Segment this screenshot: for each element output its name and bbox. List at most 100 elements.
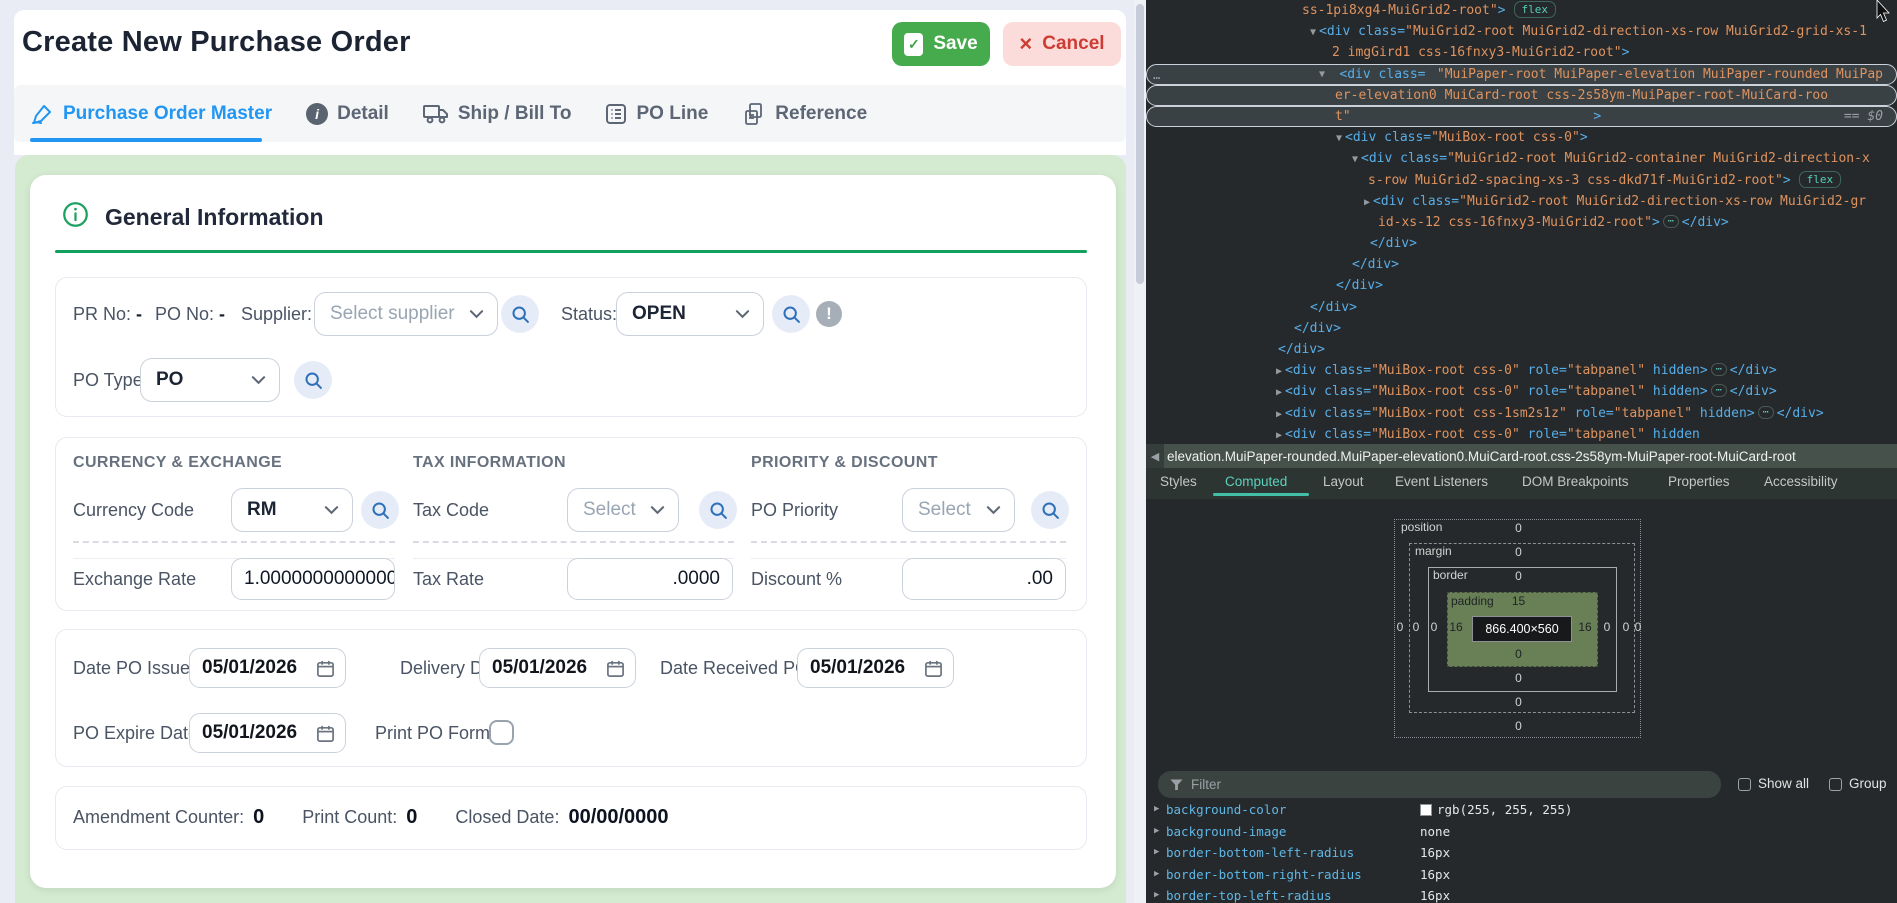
- supplier-select[interactable]: Select supplier: [314, 292, 498, 336]
- currency-code-select[interactable]: RM: [231, 488, 353, 532]
- tab-detail[interactable]: iDetail: [306, 103, 389, 125]
- devtools-tab-dom-breakpoints[interactable]: DOM Breakpoints: [1522, 468, 1629, 496]
- group-checkbox[interactable]: [1829, 778, 1842, 791]
- delivery-date-input[interactable]: 05/01/2026: [479, 648, 636, 688]
- dom-tree-node[interactable]: </div>: [1146, 297, 1897, 318]
- dom-tree-node[interactable]: …▼<div class="MuiPaper-root MuiPaper-ele…: [1146, 64, 1897, 85]
- expand-ellipsis-icon[interactable]: ⋯: [1711, 384, 1727, 397]
- expand-arrow-icon[interactable]: ▶: [1154, 885, 1159, 903]
- expand-ellipsis-icon[interactable]: ⋯: [1758, 406, 1774, 419]
- flex-badge[interactable]: flex: [1514, 1, 1557, 18]
- page-scrollbar-thumb[interactable]: [1136, 4, 1144, 284]
- dom-tree-node[interactable]: ▶<div class="MuiBox-root css-0" role="ta…: [1146, 360, 1897, 381]
- exchange-rate-input[interactable]: 1.0000000000000: [231, 558, 395, 600]
- code-text: hidden: [1645, 427, 1700, 442]
- expand-arrow-icon[interactable]: ▶: [1276, 430, 1282, 441]
- save-button[interactable]: ✓ Save: [892, 22, 990, 66]
- box-model-diagram[interactable]: 866.400×560 position margin border paddi…: [1394, 519, 1643, 740]
- chevron-down-icon: [986, 505, 1001, 515]
- property-name[interactable]: border-top-left-radius: [1166, 885, 1332, 903]
- elements-tree[interactable]: ss-1pi8xg4-MuiGrid2-root">flex▼<div clas…: [1146, 0, 1897, 445]
- expand-ellipsis-icon[interactable]: ⋯: [1711, 363, 1727, 376]
- devtools-tab-styles[interactable]: Styles: [1160, 468, 1197, 496]
- pages-icon: [742, 102, 766, 126]
- tab-purchase-order-master[interactable]: Purchase Order Master: [30, 102, 272, 126]
- truck-icon: [423, 103, 449, 125]
- dom-tree-node[interactable]: ▶<div class="MuiBox-root css-0" role="ta…: [1146, 424, 1897, 445]
- show-all-checkbox[interactable]: [1738, 778, 1751, 791]
- flex-badge[interactable]: flex: [1799, 171, 1842, 188]
- dom-tree-node[interactable]: id-xs-12 css-16fnxy3-MuiGrid2-root">⋯</d…: [1146, 212, 1897, 233]
- dom-tree-node[interactable]: </div>: [1146, 233, 1897, 254]
- devtools-tab-computed[interactable]: Computed: [1225, 468, 1287, 496]
- dom-tree-node[interactable]: </div>: [1146, 318, 1897, 339]
- expand-arrow-icon[interactable]: ▼: [1336, 133, 1342, 144]
- expand-arrow-icon[interactable]: ▶: [1154, 864, 1159, 886]
- dom-tree-node[interactable]: ▶<div class="MuiBox-root css-1sm2s1z" ro…: [1146, 403, 1897, 424]
- po-type-search-button[interactable]: [294, 361, 332, 399]
- expand-arrow-icon[interactable]: ▶: [1276, 366, 1282, 377]
- dom-tree-node[interactable]: ▼<div class="MuiBox-root css-0">: [1146, 127, 1897, 148]
- tax-code-search-button[interactable]: [699, 491, 737, 529]
- node-options-icon[interactable]: …: [1153, 65, 1160, 86]
- color-swatch[interactable]: [1420, 804, 1432, 816]
- expand-arrow-icon[interactable]: ▶: [1276, 387, 1282, 398]
- property-name[interactable]: border-bottom-left-radius: [1166, 842, 1354, 864]
- expand-arrow-icon[interactable]: ▶: [1154, 821, 1159, 843]
- expand-arrow-icon[interactable]: ▼: [1352, 154, 1358, 165]
- dom-tree-node[interactable]: 2 imgGird1 css-16fnxy3-MuiGrid2-root">: [1146, 42, 1897, 63]
- status-search-button[interactable]: [772, 295, 810, 333]
- breadcrumb-back-icon[interactable]: ◀: [1146, 444, 1164, 468]
- computed-filter-input[interactable]: Filter: [1158, 771, 1721, 798]
- dom-tree-node[interactable]: </div>: [1146, 275, 1897, 296]
- expand-ellipsis-icon[interactable]: ⋯: [1663, 215, 1679, 228]
- code-text: ss-1pi8xg4-MuiGrid2-root": [1302, 3, 1498, 18]
- property-name[interactable]: border-bottom-right-radius: [1166, 864, 1362, 886]
- discount-input[interactable]: .00: [902, 558, 1066, 600]
- supplier-search-button[interactable]: [501, 295, 539, 333]
- expand-arrow-icon[interactable]: ▶: [1154, 799, 1159, 821]
- po-type-select[interactable]: PO: [140, 358, 280, 402]
- dom-tree-node[interactable]: s-row MuiGrid2-spacing-xs-3 css-dkd71f-M…: [1146, 170, 1897, 191]
- devtools-tab-accessibility[interactable]: Accessibility: [1764, 468, 1838, 496]
- property-name[interactable]: background-color: [1166, 799, 1286, 821]
- dom-tree-node[interactable]: </div>: [1146, 254, 1897, 275]
- expand-arrow-icon[interactable]: ▶: [1154, 842, 1159, 864]
- dom-tree-node[interactable]: </div>: [1146, 339, 1897, 360]
- devtools-tab-properties[interactable]: Properties: [1668, 468, 1730, 496]
- position-right: 0: [1628, 620, 1648, 634]
- tab-po-line[interactable]: PO Line: [605, 103, 708, 125]
- expand-arrow-icon[interactable]: ▼: [1310, 27, 1316, 38]
- currency-search-button[interactable]: [361, 491, 399, 529]
- po-priority-select[interactable]: Select: [902, 488, 1015, 532]
- dom-tree-node[interactable]: ▶<div class="MuiBox-root css-0" role="ta…: [1146, 381, 1897, 402]
- status-select[interactable]: OPEN: [616, 292, 764, 336]
- cancel-button[interactable]: × Cancel: [1003, 22, 1121, 66]
- dom-tree-node[interactable]: t"> == $0: [1146, 106, 1897, 127]
- dom-tree-node[interactable]: ss-1pi8xg4-MuiGrid2-root">flex: [1146, 0, 1897, 21]
- search-icon: [781, 304, 802, 325]
- dom-tree-node[interactable]: ▼<div class="MuiGrid2-root MuiGrid2-cont…: [1146, 148, 1897, 169]
- dom-tree-node[interactable]: ▶<div class="MuiGrid2-root MuiGrid2-dire…: [1146, 191, 1897, 212]
- expand-arrow-icon[interactable]: ▶: [1276, 409, 1282, 420]
- print-po-form-checkbox[interactable]: [489, 720, 514, 745]
- date-received-po-input[interactable]: 05/01/2026: [797, 648, 954, 688]
- expand-arrow-icon[interactable]: ▼: [1319, 64, 1325, 85]
- tab-reference[interactable]: Reference: [742, 102, 867, 126]
- tax-rate-input[interactable]: .0000: [567, 558, 733, 600]
- devtools-tab-layout[interactable]: Layout: [1323, 468, 1364, 496]
- devtools-tab-event-listeners[interactable]: Event Listeners: [1395, 468, 1488, 496]
- breadcrumb[interactable]: elevation.MuiPaper-rounded.MuiPaper-elev…: [1164, 449, 1796, 464]
- po-expire-date-input[interactable]: 05/01/2026: [189, 713, 346, 753]
- dom-tree-node[interactable]: ▼<div class="MuiGrid2-root MuiGrid2-dire…: [1146, 21, 1897, 42]
- expand-arrow-icon[interactable]: ▶: [1364, 197, 1370, 208]
- tab-ship-bill-to[interactable]: Ship / Bill To: [423, 103, 572, 125]
- computed-property-row: ▶border-top-left-radius16px: [1146, 885, 1897, 903]
- info-icon: i: [306, 103, 328, 125]
- date-po-issued-input[interactable]: 05/01/2026: [189, 648, 346, 688]
- po-priority-search-button[interactable]: [1031, 491, 1069, 529]
- tax-code-select[interactable]: Select: [567, 488, 679, 532]
- property-value: 16px: [1420, 842, 1450, 864]
- dom-tree-node[interactable]: er-elevation0 MuiCard-root css-2s58ym-Mu…: [1146, 85, 1897, 106]
- property-name[interactable]: background-image: [1166, 821, 1286, 843]
